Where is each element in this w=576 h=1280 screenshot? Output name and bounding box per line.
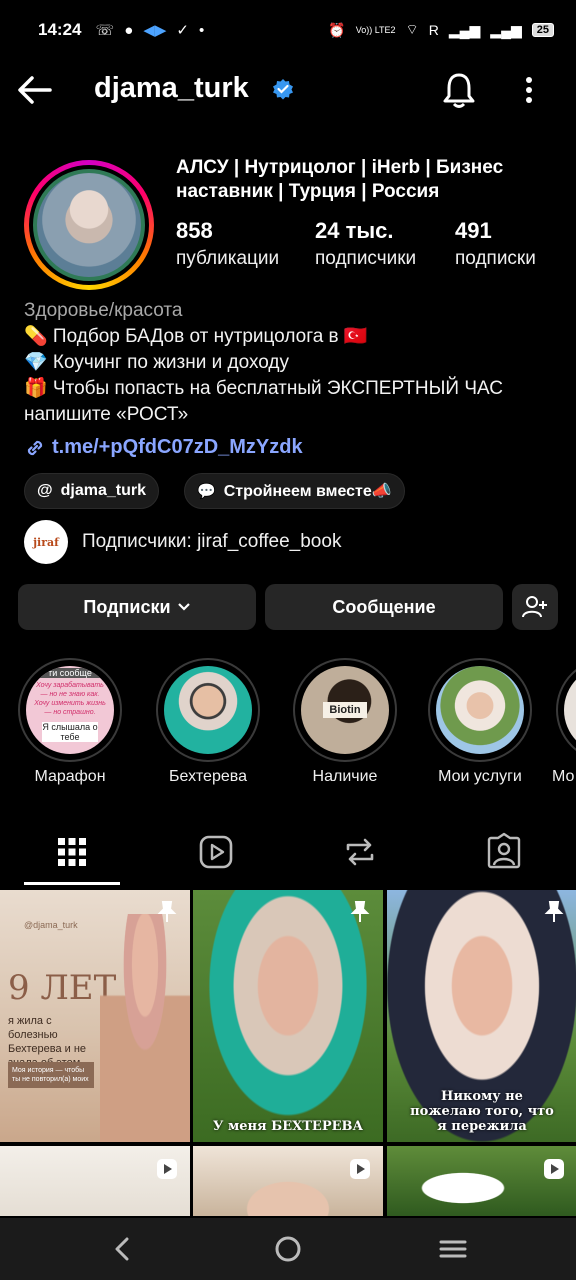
bio-line: 🎁 Чтобы попасть на бесплатный ЭКСПЕРТНЫЙ… — [24, 378, 504, 399]
nav-home-icon[interactable] — [273, 1234, 303, 1264]
highlight-cover: Biotin — [301, 666, 389, 754]
threads-icon: @ — [37, 482, 53, 499]
dot-icon: • — [198, 21, 205, 39]
highlight-item[interactable]: ти сообще Хочу зарабатывать — но не знаю… — [10, 658, 130, 786]
highlight-cover — [436, 666, 524, 754]
signal-icon: ▂▄▆ — [448, 21, 481, 38]
bio-line: 💊 Подбор БАДов от нутрицолога в 🇹🇷 — [24, 326, 368, 347]
network-label: Vo)) LTE2 — [355, 25, 396, 35]
followed-by[interactable]: jiraf Подписчики: jiraf_coffee_book — [24, 520, 341, 564]
missed-call-icon: ☏ — [95, 22, 115, 39]
post-thumbnail[interactable] — [387, 1146, 576, 1216]
check-circle-icon: ✓ — [176, 22, 189, 39]
verified-badge-icon — [273, 79, 293, 100]
profile-header: djama_turk — [0, 60, 576, 120]
post-caption: У меня БЕХТЕРЕВА — [212, 1119, 364, 1134]
highlight-label: Бехтерева — [169, 768, 247, 785]
follower-avatar: jiraf — [24, 520, 68, 564]
tab-reels-icon[interactable] — [196, 832, 236, 872]
tab-reposts-icon[interactable] — [340, 832, 380, 872]
username-title: djama_turk — [94, 72, 249, 104]
post-thumbnail[interactable]: Никому не пожелаю того, что я пережила — [387, 890, 576, 1142]
reel-icon — [350, 1159, 370, 1179]
carrier-label: R — [428, 22, 439, 38]
broadcast-channel-icon: 💬 — [197, 483, 216, 500]
stat-followers[interactable]: 24 тыс. подписчики — [315, 218, 416, 270]
pinned-icon — [350, 901, 370, 922]
highlight-label: Наличие — [312, 768, 378, 785]
profile-name: АЛСУ | Нутрицолог | iHerb | Бизнес наста… — [176, 157, 504, 202]
clock: 14:24 — [38, 20, 82, 39]
tab-tagged-icon[interactable] — [484, 832, 524, 872]
reel-icon — [544, 1159, 564, 1179]
notifications-bell-icon[interactable] — [440, 70, 478, 110]
chat-icon: ● — [124, 21, 134, 39]
posts-grid: @djama_turk 9 ЛЕТ я жила с болезнью Бехт… — [0, 890, 576, 1218]
status-bar: 14:24 ☏ ● ◀▶ ✓ • ⏰ Vo)) LTE2 ⌔ R ▂▄▆ ▂▄▆… — [0, 0, 576, 60]
highlight-cover: ти сообще Хочу зарабатывать — но не знаю… — [26, 666, 114, 754]
add-person-icon — [522, 596, 547, 618]
nav-back-icon[interactable] — [108, 1234, 138, 1264]
highlight-item[interactable]: Мои услуги — [420, 658, 540, 786]
highlight-label: Мо — [552, 768, 575, 785]
channel-chip-label: Стройнеем вместе📣 — [223, 483, 392, 500]
pinned-icon — [157, 901, 177, 922]
signal-icon-2: ▂▄▆ — [490, 21, 522, 38]
post-thumbnail[interactable]: @djama_turk 9 ЛЕТ я жила с болезнью Бехт… — [0, 890, 190, 1142]
avatar-image — [33, 169, 145, 281]
more-options-icon[interactable] — [514, 72, 544, 108]
highlight-item[interactable]: Бехтерева — [148, 658, 268, 786]
active-tab-indicator — [24, 882, 120, 885]
stat-posts[interactable]: 858 публикации — [176, 218, 279, 270]
threads-chip[interactable]: @ djama_turk — [24, 473, 159, 509]
followed-by-text: Подписчики: jiraf_coffee_book — [82, 531, 342, 552]
bio-link-text: t.me/+pQfdC07zD_MzYzdk — [52, 436, 303, 458]
highlight-item[interactable]: Biotin Наличие — [285, 658, 405, 786]
reel-icon — [157, 1159, 177, 1179]
highlight-item[interactable]: Мо — [548, 658, 576, 786]
post-caption: Никому не пожелаю того, что я пережила — [410, 1089, 554, 1134]
threads-chip-label: djama_turk — [60, 482, 146, 499]
message-button-label: Сообщение — [332, 596, 436, 617]
tab-grid-icon[interactable] — [52, 832, 92, 872]
carousel-icon: ◀▶ — [143, 22, 167, 39]
highlight-label: Мои услуги — [438, 768, 522, 785]
battery-icon: 25 — [531, 23, 554, 37]
wifi-icon: ⌔ — [405, 21, 419, 37]
highlight-label: Марафон — [34, 768, 106, 785]
highlight-cover — [564, 666, 576, 754]
alarm-icon: ⏰ — [328, 21, 346, 38]
suggest-people-button[interactable] — [512, 584, 558, 630]
content-tabs — [0, 820, 576, 886]
highlight-cover — [164, 666, 252, 754]
notification-icons: ☏ ● ◀▶ ✓ • — [95, 21, 205, 40]
post-thumbnail[interactable] — [193, 1146, 383, 1216]
bio-link[interactable]: t.me/+pQfdC07zD_MzYzdk — [24, 436, 303, 459]
message-button[interactable]: Сообщение — [265, 584, 503, 630]
nav-recents-icon[interactable] — [438, 1234, 468, 1264]
profile-category: Здоровье/красота — [24, 300, 183, 321]
chevron-down-icon — [177, 603, 190, 611]
system-navigation-bar — [0, 1218, 576, 1280]
bio-line: 💎 Коучинг по жизни и доходу — [24, 352, 289, 373]
channel-chip[interactable]: 💬 Стройнеем вместе📣 — [184, 473, 405, 509]
following-button[interactable]: Подписки — [18, 584, 256, 630]
link-icon — [27, 440, 43, 455]
post-thumbnail[interactable] — [0, 1146, 190, 1216]
profile-avatar[interactable] — [24, 160, 154, 290]
system-icons: ⏰ Vo)) LTE2 ⌔ R ▂▄▆ ▂▄▆ 25 — [328, 21, 554, 39]
post-thumbnail[interactable]: У меня БЕХТЕРЕВА — [193, 890, 383, 1142]
bio-line: напишите «РОСТ» — [24, 404, 189, 425]
pinned-icon — [544, 901, 564, 922]
stat-following[interactable]: 491 подписки — [455, 218, 536, 270]
back-arrow-icon[interactable] — [14, 70, 54, 110]
following-button-label: Подписки — [83, 596, 171, 617]
